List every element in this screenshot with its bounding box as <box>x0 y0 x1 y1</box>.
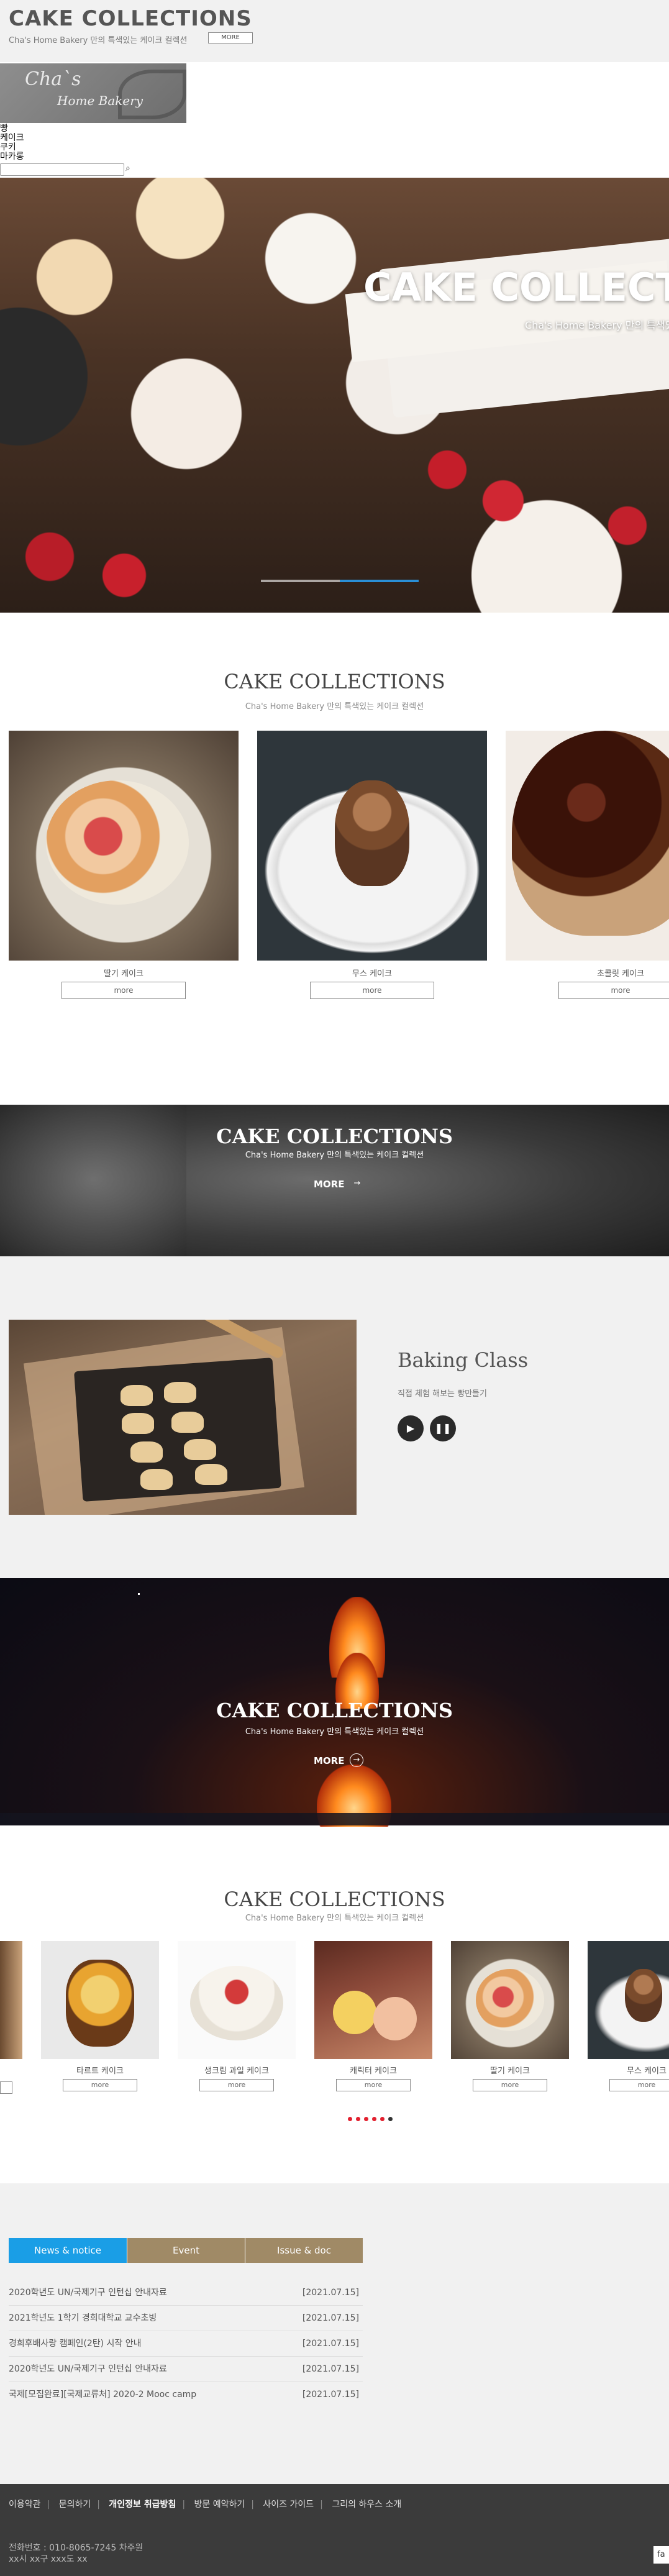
tab-issue-doc[interactable]: Issue & doc <box>245 2238 363 2263</box>
cake-card-name: 딸기 케이크 <box>104 969 143 979</box>
slide-card-name: 타르트 케이크 <box>76 2067 124 2076</box>
nav-item-cookie[interactable]: 쿠키 <box>0 143 16 152</box>
slide-card-more-button[interactable]: more <box>609 2079 669 2091</box>
cake-card-image[interactable] <box>9 731 239 961</box>
notice-title: 경희후배사랑 캠페인(2탄) 시작 안내 <box>9 2339 142 2349</box>
slide-card-more-button[interactable]: more <box>63 2079 137 2091</box>
play-icon[interactable]: ▶ <box>398 1415 424 1441</box>
notice-row[interactable]: 2020학년도 UN/국제기구 인턴십 안내자료 [2021.07.15] <box>9 2280 363 2306</box>
band-more-link[interactable]: MORE <box>314 1755 344 1766</box>
nav-item-bread[interactable]: 빵 <box>0 124 8 134</box>
slide-card-more-button[interactable]: more <box>336 2079 411 2091</box>
slide-card-name: 캐릭터 케이크 <box>350 2067 397 2076</box>
nav-item-cake[interactable]: 케이크 <box>0 134 24 143</box>
cake-card-more-button[interactable]: more <box>558 982 669 999</box>
slider-dot[interactable] <box>364 2117 368 2121</box>
notice-date: [2021.07.15] <box>302 2288 359 2298</box>
hero-slide-progress <box>340 580 419 582</box>
notice-date: [2021.07.15] <box>302 2339 359 2349</box>
promo-band-fire: CAKE COLLECTIONS Cha's Home Bakery 만의 특색… <box>0 1578 669 1827</box>
footer-link-contact[interactable]: 문의하기 <box>59 2500 91 2510</box>
hero-banner: CAKE COLLECTIONS Cha's Home Bakery 만의 특색… <box>0 178 669 613</box>
cake-card-name: 무스 케이크 <box>352 969 392 979</box>
notice-title: 2020학년도 UN/국제기구 인턴십 안내자료 <box>9 2288 167 2298</box>
slide-card-more-button[interactable] <box>0 2081 12 2094</box>
footer-phone: 전화번호 : 010-8065-7245 차주원 <box>9 2543 143 2553</box>
cake-card-image[interactable] <box>257 731 487 961</box>
top-header: CAKE COLLECTIONS Cha's Home Bakery 만의 특색… <box>0 0 669 62</box>
baking-class-image <box>9 1320 357 1515</box>
slider-dot[interactable] <box>356 2117 360 2121</box>
footer: 이용약관 | 문의하기 | 개인정보 취급방침 | 방문 예약하기 | 사이즈 가이드 |… <box>0 2484 669 2576</box>
notice-date: [2021.07.15] <box>302 2313 359 2323</box>
slide-card-more-button[interactable]: more <box>199 2079 274 2091</box>
slider-subtitle: Cha's Home Bakery 만의 특색있는 케이크 컬렉션 <box>245 1914 424 1923</box>
notice-title: 2021학년도 1학기 경희대학교 교수초빙 <box>9 2313 157 2323</box>
pause-icon[interactable]: ❚❚ <box>430 1415 456 1441</box>
slider-dot[interactable] <box>388 2117 393 2121</box>
slide-card-image[interactable] <box>178 1941 296 2059</box>
arrow-right-icon[interactable]: → <box>350 1753 363 1767</box>
slide-card-image[interactable] <box>588 1941 669 2059</box>
slider-dot[interactable] <box>380 2117 385 2121</box>
notice-title: 국제[모집완료][국제교류처] 2020-2 Mooc camp <box>9 2390 197 2400</box>
cake-card-name: 초콜릿 케이크 <box>597 969 644 979</box>
footer-link-reservation[interactable]: 방문 예약하기 <box>194 2500 245 2510</box>
notice-date: [2021.07.15] <box>302 2364 359 2374</box>
footer-address: xx시 xx구 xxx도 xx <box>9 2554 88 2564</box>
cake-card-image[interactable] <box>506 731 669 961</box>
collections-title: CAKE COLLECTIONS <box>224 670 445 693</box>
tab-event[interactable]: Event <box>127 2238 245 2263</box>
notice-row[interactable]: 경희후배사랑 캠페인(2탄) 시작 안내 [2021.07.15] <box>9 2331 363 2357</box>
notice-date: [2021.07.15] <box>302 2390 359 2400</box>
band-control-strip[interactable] <box>0 1813 669 1825</box>
footer-link-terms[interactable]: 이용약관 <box>9 2500 41 2510</box>
band-more-link[interactable]: MORE <box>314 1179 344 1190</box>
slide-card-image[interactable] <box>314 1941 432 2059</box>
collections-subtitle: Cha's Home Bakery 만의 특색있는 케이크 컬렉션 <box>245 702 424 711</box>
notice-row[interactable]: 2020학년도 UN/국제기구 인턴십 안내자료 [2021.07.15] <box>9 2357 363 2382</box>
slide-card-name: 생크림 과일 케이크 <box>204 2067 269 2076</box>
hero-subtitle: Cha's Home Bakery 만의 특색있는 케이크 컬렉션 <box>525 319 669 331</box>
search-input[interactable] <box>0 163 124 176</box>
arrow-right-icon[interactable]: → <box>350 1177 364 1191</box>
family-site-select[interactable]: fa <box>653 2546 669 2564</box>
slide-card-name: 무스 케이크 <box>627 2067 667 2076</box>
slider-pagination[interactable] <box>348 2112 396 2121</box>
slide-card-more-button[interactable]: more <box>473 2079 547 2091</box>
footer-link-about[interactable]: 그리의 하우스 소개 <box>332 2500 401 2510</box>
band-title: CAKE COLLECTIONS <box>216 1125 453 1148</box>
slide-card-image[interactable] <box>451 1941 569 2059</box>
band-subtitle: Cha's Home Bakery 만의 특색있는 케이크 컬렉션 <box>245 1151 424 1160</box>
slide-card-image[interactable] <box>0 1941 22 2059</box>
band-title: CAKE COLLECTIONS <box>216 1699 453 1722</box>
tab-news-notice[interactable]: News & notice <box>9 2238 127 2263</box>
slider-title: CAKE COLLECTIONS <box>224 1888 445 1911</box>
logo[interactable]: Cha`s Home Bakery <box>0 63 186 123</box>
slide-card-image[interactable] <box>41 1941 159 2059</box>
footer-link-privacy[interactable]: 개인정보 취급방침 <box>109 2500 176 2510</box>
hero-title: CAKE COLLECTIONS <box>363 265 669 310</box>
site-title: CAKE COLLECTIONS <box>9 6 252 31</box>
footer-links: 이용약관 | 문의하기 | 개인정보 취급방침 | 방문 예약하기 | 사이즈 가이드 |… <box>9 2500 402 2510</box>
nav-item-macaron[interactable]: 마카롱 <box>0 152 24 162</box>
cake-card-more-button[interactable]: more <box>310 982 434 999</box>
cake-card-more-button[interactable]: more <box>61 982 186 999</box>
slide-card-name: 딸기 케이크 <box>490 2067 530 2076</box>
slider-dot[interactable] <box>348 2117 352 2121</box>
header-more-button[interactable]: MORE <box>208 32 253 43</box>
slider-dot[interactable] <box>372 2117 376 2121</box>
baking-subtitle: 직접 체험 해보는 빵만들기 <box>398 1389 487 1399</box>
notice-row[interactable]: 2021학년도 1학기 경희대학교 교수초빙 [2021.07.15] <box>9 2306 363 2331</box>
baking-title: Baking Class <box>398 1348 529 1372</box>
notice-title: 2020학년도 UN/국제기구 인턴십 안내자료 <box>9 2364 167 2374</box>
logo-line2: Home Bakery <box>57 93 143 108</box>
footer-link-size-guide[interactable]: 사이즈 가이드 <box>263 2500 314 2510</box>
band-subtitle: Cha's Home Bakery 만의 특색있는 케이크 컬렉션 <box>245 1727 424 1737</box>
search-icon[interactable]: ⌕ <box>125 163 130 173</box>
promo-band: CAKE COLLECTIONS Cha's Home Bakery 만의 특색… <box>0 1105 669 1256</box>
site-subtitle: Cha's Home Bakery 만의 특색있는 케이크 컬렉션 <box>9 36 188 45</box>
notice-row[interactable]: 국제[모집완료][국제교류처] 2020-2 Mooc camp [2021.07… <box>9 2382 363 2408</box>
logo-line1: Cha`s <box>25 68 81 90</box>
